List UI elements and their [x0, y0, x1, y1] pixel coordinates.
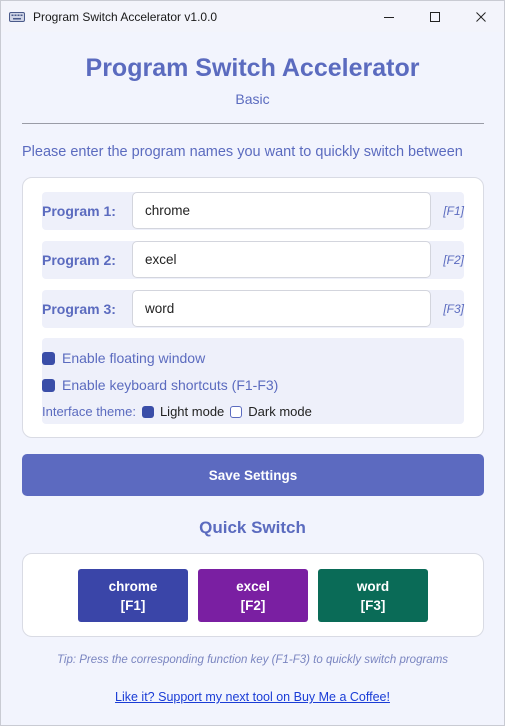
quick-switch-word-button[interactable]: word [F3] [318, 569, 428, 622]
program-label-3: Program 3: [42, 301, 116, 317]
keyboard-shortcuts-option[interactable]: Enable keyboard shortcuts (F1-F3) [42, 377, 278, 393]
floating-window-checkbox[interactable] [42, 351, 55, 365]
dark-mode-radio[interactable] [230, 405, 243, 418]
quick-switch-excel-button[interactable]: excel [F2] [198, 569, 308, 622]
program-row-3: Program 3: word [F3] [42, 290, 464, 328]
program-key-3: [F3] [443, 302, 464, 316]
floating-window-label: Enable floating window [62, 350, 206, 366]
program-settings-card: Program 1: chrome [F1] Program 2: excel … [22, 177, 484, 438]
title-bar[interactable]: Program Switch Accelerator v1.0.0 [1, 1, 504, 32]
header-divider [22, 123, 484, 124]
window-controls [366, 1, 504, 32]
keyboard-shortcuts-checkbox[interactable] [42, 378, 55, 392]
minimize-icon [384, 16, 394, 18]
quick-switch-title: Quick Switch [199, 518, 306, 537]
page-title: Program Switch Accelerator [85, 54, 420, 82]
quick-switch-chrome-button[interactable]: chrome [F1] [78, 569, 188, 622]
theme-option: Interface theme: Light mode Dark mode [42, 404, 318, 419]
save-settings-button[interactable]: Save Settings [22, 454, 484, 496]
program-label-1: Program 1: [42, 203, 116, 219]
program-label-2: Program 2: [42, 252, 116, 268]
quick-switch-key: [F1] [120, 597, 146, 613]
theme-label: Interface theme: [42, 404, 136, 419]
quick-switch-name: excel [236, 578, 270, 594]
support-link[interactable]: Like it? Support my next tool on Buy Me … [1, 690, 504, 704]
program-input-1[interactable]: chrome [132, 192, 431, 229]
floating-window-option[interactable]: Enable floating window [42, 350, 205, 366]
light-mode-label[interactable]: Light mode [160, 404, 224, 419]
keyboard-shortcuts-label: Enable keyboard shortcuts (F1-F3) [62, 377, 279, 393]
quick-switch-name: word [356, 578, 390, 594]
quick-switch-name: chrome [108, 578, 158, 594]
program-key-2: [F2] [443, 253, 464, 267]
quick-switch-key: [F2] [240, 597, 266, 613]
dark-mode-label[interactable]: Dark mode [248, 404, 312, 419]
close-button[interactable] [458, 1, 504, 32]
window-title: Program Switch Accelerator v1.0.0 [33, 9, 218, 24]
tip-text: Tip: Press the corresponding function ke… [56, 654, 449, 666]
program-row-1: Program 1: chrome [F1] [42, 192, 464, 230]
maximize-button[interactable] [412, 1, 458, 32]
minimize-button[interactable] [366, 1, 412, 32]
options-panel: Enable floating window Enable keyboard s… [42, 338, 464, 424]
close-icon [476, 11, 486, 22]
keyboard-icon [9, 9, 25, 25]
light-mode-radio[interactable] [141, 405, 154, 418]
program-key-1: [F1] [443, 204, 464, 218]
instruction-text: Please enter the program names you want … [22, 144, 463, 160]
program-input-2[interactable]: excel [132, 241, 431, 278]
maximize-icon [430, 11, 440, 22]
quick-switch-card: chrome [F1] excel [F2] word [F3] [22, 553, 484, 637]
app-window: Program Switch Accelerator v1.0.0 Progra… [0, 0, 505, 726]
page-subtitle: Basic [235, 91, 270, 107]
quick-switch-key: [F3] [360, 597, 386, 613]
program-row-2: Program 2: excel [F2] [42, 241, 464, 279]
program-input-3[interactable]: word [132, 290, 431, 327]
